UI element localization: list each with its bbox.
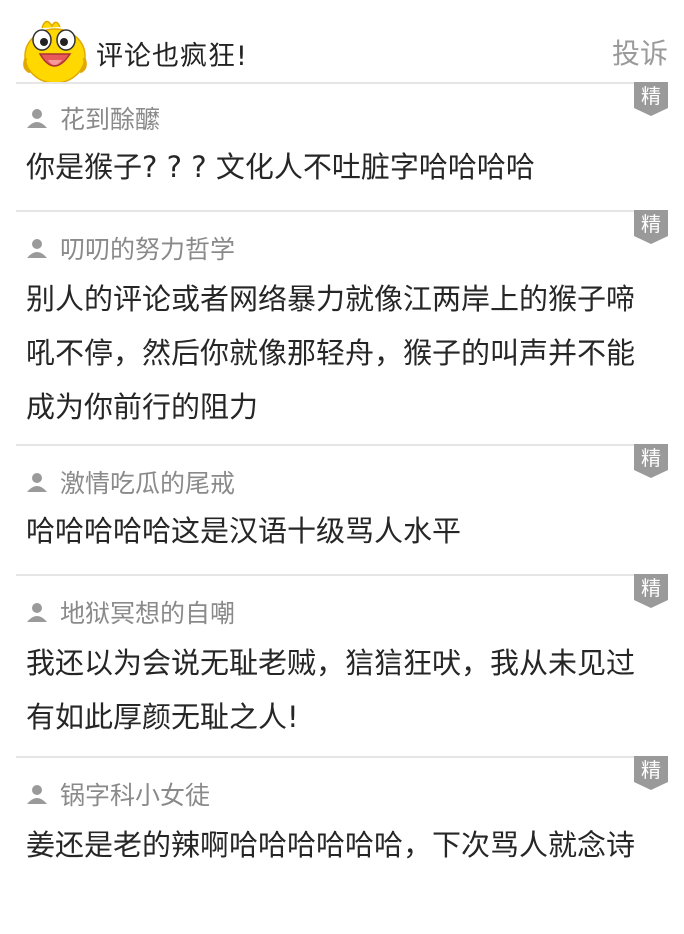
comment-item: 精 花到酴醿 你是猴子? ? ? 文化人不吐脏字哈哈哈哈 [16,82,668,214]
author-name: 地狱冥想的自嘲 [60,599,236,628]
featured-badge-label: 精 [641,576,661,600]
author-name: 锅字科小女徒 [60,781,211,810]
comment-item: 精 叨叨的努力哲学 别人的评论或者网络暴力就像江两岸上的猴子啼吼不停，然后你就像… [16,210,668,448]
author-name: 花到酴醿 [60,105,161,134]
report-button[interactable]: 投诉 [612,32,668,72]
featured-badge: 精 [634,574,668,608]
comment-author[interactable]: 锅字科小女徒 [26,778,210,810]
comments-header: 评论也疯狂! 投诉 [0,0,684,84]
user-icon [27,603,47,622]
comment-author[interactable]: 叨叨的努力哲学 [26,232,235,264]
featured-badge-label: 精 [641,446,661,470]
featured-badge: 精 [634,444,668,478]
featured-badge-label: 精 [641,84,661,108]
comment-item: 精 地狱冥想的自嘲 我还以为会说无耻老贼，狺狺狂吠，我从未见过有如此厚颜无耻之人… [16,574,668,760]
comment-item: 精 锅字科小女徒 姜还是老的辣啊哈哈哈哈哈哈，下次骂人就念诗 [16,756,668,934]
comment-text: 哈哈哈哈哈这是汉语十级骂人水平 [26,514,462,548]
comment-text: 你是猴子? ? ? 文化人不吐脏字哈哈哈哈 [26,150,535,184]
featured-badge-label: 精 [641,212,661,236]
comment-text: 别人的评论或者网络暴力就像江两岸上的猴子啼吼不停，然后你就像那轻舟，猴子的叫声并… [26,282,636,424]
comment-item: 精 激情吃瓜的尾戒 哈哈哈哈哈这是汉语十级骂人水平 [16,444,668,578]
author-name: 激情吃瓜的尾戒 [60,469,236,498]
comment-text: 我还以为会说无耻老贼，狺狺狂吠，我从未见过有如此厚颜无耻之人! [26,646,636,734]
user-icon [27,239,47,258]
featured-badge: 精 [634,82,668,116]
featured-badge-label: 精 [641,758,661,782]
comment-author[interactable]: 地狱冥想的自嘲 [26,596,235,628]
page-title: 评论也疯狂! [96,41,248,72]
comment-author[interactable]: 花到酴醿 [26,102,160,134]
user-icon [27,785,47,804]
author-name: 叨叨的努力哲学 [60,235,236,264]
yellow-duck-mascot-icon [23,20,87,84]
comments-page: 评论也疯狂! 投诉 精 花到酴醿 你是猴子? ? ? 文化人不吐脏字哈哈哈哈 精 [0,0,684,934]
comment-text: 姜还是老的辣啊哈哈哈哈哈哈，下次骂人就念诗 [26,828,636,862]
featured-badge: 精 [634,210,668,244]
featured-badge: 精 [634,756,668,790]
user-icon [27,109,47,128]
comment-author[interactable]: 激情吃瓜的尾戒 [26,466,235,498]
user-icon [27,473,47,492]
